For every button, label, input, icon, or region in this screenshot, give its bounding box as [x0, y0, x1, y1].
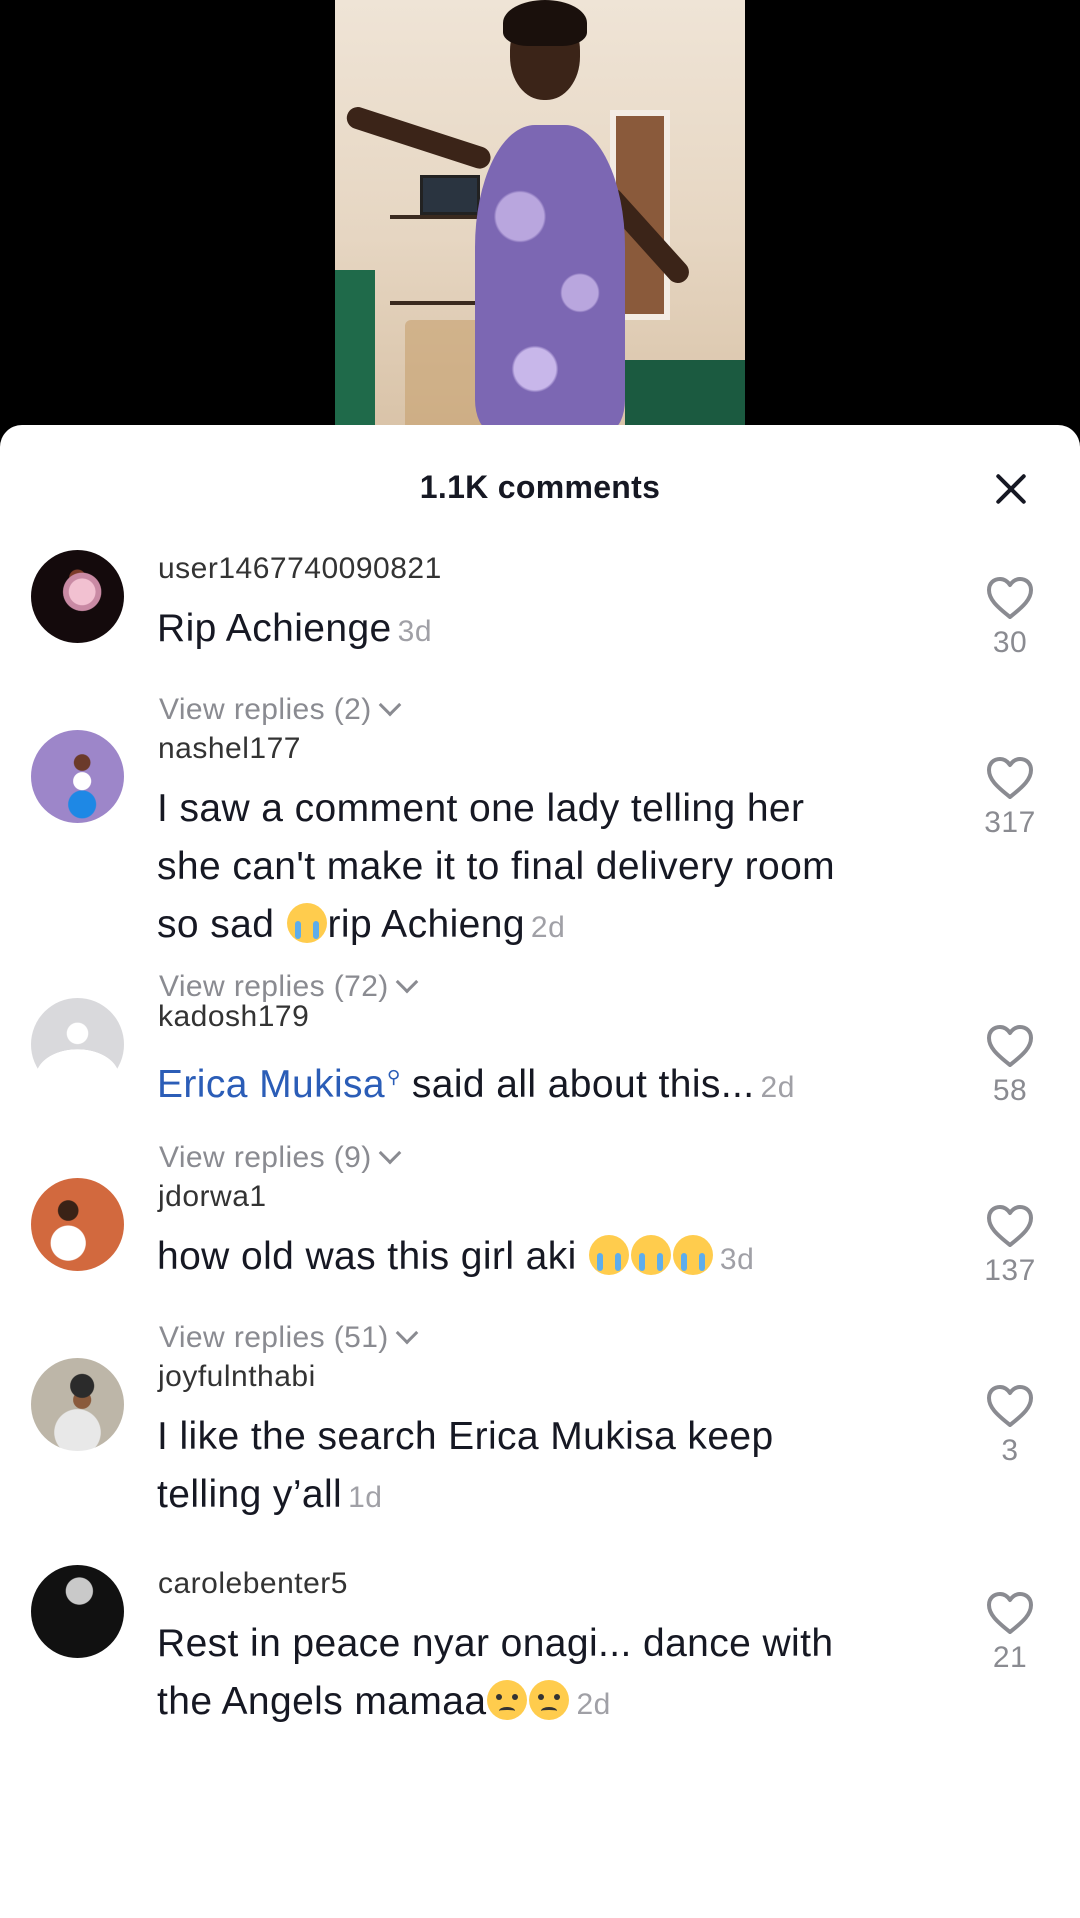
like-count: 58: [992, 1074, 1028, 1107]
crying-face-emoji-icon: [588, 1235, 629, 1275]
like-count: 137: [984, 1254, 1036, 1287]
like-count: 30: [992, 626, 1028, 659]
comment-time: 3d: [719, 1243, 755, 1276]
comment-body: said all about this...: [400, 1063, 755, 1106]
like-count: 3: [1001, 1434, 1019, 1467]
comment-line: I like the search Erica Mukisa keep: [157, 1415, 774, 1458]
view-replies-label: View replies (72): [159, 970, 389, 1003]
chevron-down-icon: [395, 1321, 419, 1345]
video-person-dress: [475, 125, 625, 430]
crying-face-emoji-icon: [672, 1235, 713, 1275]
chevron-down-icon: [378, 693, 401, 717]
comment-text: Rip Achienge 3d: [157, 600, 957, 661]
chevron-down-icon: [395, 970, 419, 994]
avatar[interactable]: [31, 1178, 124, 1271]
heart-icon: [987, 1205, 1033, 1247]
comment-time: 2d: [760, 1071, 795, 1104]
heart-icon: [987, 1025, 1033, 1067]
view-replies-button[interactable]: View replies (72): [159, 970, 419, 1004]
like-count: 21: [992, 1641, 1028, 1674]
comment-line: I saw a comment one lady telling her: [157, 787, 805, 830]
comment-time: 3d: [397, 615, 433, 648]
comment-time: 2d: [530, 911, 566, 944]
video-player[interactable]: [0, 0, 1080, 430]
comment-username[interactable]: nashel177: [158, 732, 301, 766]
crying-face-emoji-icon: [630, 1235, 671, 1275]
comment-line-part: rip Achieng: [327, 903, 525, 946]
view-replies-label: View replies (51): [159, 1321, 389, 1354]
comment-username[interactable]: user1467740090821: [158, 552, 442, 586]
heart-icon: [987, 757, 1033, 799]
comment-text: Rest in peace nyar onagi... dance with t…: [157, 1615, 957, 1734]
like-button[interactable]: 58: [975, 1024, 1045, 1108]
view-replies-button[interactable]: View replies (2): [159, 693, 401, 727]
comment-time: 1d: [348, 1481, 383, 1514]
video-bg-tv: [420, 175, 480, 215]
comment-line-part: the Angels mamaa: [157, 1680, 487, 1723]
worried-face-emoji-icon: [529, 1680, 570, 1720]
comments-sheet: 1.1K comments user1467740090821 Rip Achi…: [0, 425, 1080, 1918]
video-frame[interactable]: [335, 0, 745, 430]
view-replies-button[interactable]: View replies (9): [159, 1141, 401, 1175]
worried-face-emoji-icon: [487, 1680, 528, 1720]
heart-icon: [987, 1385, 1033, 1427]
comment-text: I saw a comment one lady telling her she…: [157, 780, 957, 957]
search-mention-link[interactable]: Erica Mukisa: [157, 1063, 385, 1106]
video-person-arm-left: [343, 104, 494, 172]
comments-header: 1.1K comments: [0, 425, 1080, 540]
comment-line: so sad rip Achieng 2d: [157, 896, 957, 957]
like-count: 317: [984, 806, 1036, 839]
heart-icon: [987, 577, 1033, 619]
comment-line: telling y’all 1d: [157, 1466, 957, 1527]
avatar-placeholder[interactable]: [31, 998, 124, 1091]
video-bg-sofa-right: [625, 360, 745, 430]
like-button[interactable]: 21: [975, 1591, 1045, 1675]
search-icon[interactable]: ⚲: [387, 1067, 401, 1087]
comment-line-part: so sad: [157, 903, 286, 946]
comment-time: 2d: [576, 1688, 611, 1721]
comment-line: Rest in peace nyar onagi... dance with: [157, 1622, 834, 1665]
avatar[interactable]: [31, 730, 124, 823]
like-button[interactable]: 3: [975, 1384, 1045, 1468]
heart-icon: [987, 1592, 1033, 1634]
like-button[interactable]: 30: [975, 576, 1045, 660]
chevron-down-icon: [378, 1141, 401, 1165]
comment-username[interactable]: kadosh179: [158, 1000, 309, 1034]
close-icon[interactable]: [988, 467, 1034, 513]
comment-line: the Angels mamaa 2d: [157, 1673, 957, 1734]
like-button[interactable]: 137: [975, 1204, 1045, 1288]
comment-text: how old was this girl aki 3d: [157, 1228, 957, 1289]
comment-text: I like the search Erica Mukisa keep tell…: [157, 1408, 957, 1527]
view-replies-label: View replies (2): [159, 693, 372, 726]
like-button[interactable]: 317: [975, 756, 1045, 840]
video-bg-sofa: [335, 270, 375, 430]
view-replies-label: View replies (9): [159, 1141, 372, 1174]
comment-username[interactable]: jdorwa1: [158, 1180, 267, 1214]
crying-face-emoji-icon: [286, 903, 327, 943]
comment-username[interactable]: joyfulnthabi: [158, 1360, 316, 1394]
comment-body: Rip Achienge: [157, 607, 392, 650]
comments-count-title: 1.1K comments: [419, 469, 661, 505]
comment-text: Erica Mukisa ⚲ said all about this... 2d: [157, 1048, 957, 1117]
comment-username[interactable]: carolebenter5: [158, 1567, 348, 1601]
comment-body: how old was this girl aki: [157, 1235, 588, 1278]
avatar[interactable]: [31, 550, 124, 643]
view-replies-button[interactable]: View replies (51): [159, 1321, 419, 1355]
comment-line-part: telling y’all: [157, 1473, 343, 1516]
avatar[interactable]: [31, 1565, 124, 1658]
avatar[interactable]: [31, 1358, 124, 1451]
comment-line: she can't make it to final delivery room: [157, 845, 836, 888]
video-person-hair: [503, 0, 587, 46]
